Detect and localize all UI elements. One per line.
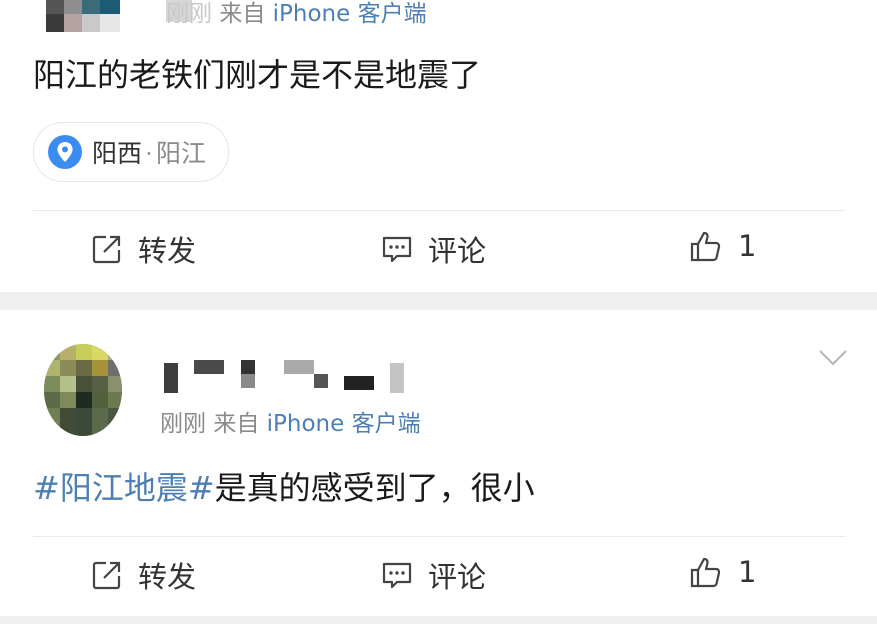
feed-separator xyxy=(0,292,877,310)
location-pin-icon xyxy=(48,135,82,169)
comment-button[interactable]: 评论 xyxy=(380,228,486,270)
like-count: 1 xyxy=(738,555,757,589)
divider xyxy=(33,210,845,211)
avatar[interactable] xyxy=(46,0,120,32)
repost-label: 转发 xyxy=(138,234,197,268)
thumbs-up-icon xyxy=(690,231,721,262)
edit-share-icon xyxy=(92,561,121,590)
comment-bubble-icon xyxy=(382,562,412,589)
location-district: 阳西 xyxy=(92,139,143,168)
repost-button[interactable]: 转发 xyxy=(90,554,196,596)
chevron-down-icon[interactable] xyxy=(818,348,848,368)
location-city: 阳江 xyxy=(155,139,206,168)
avatar[interactable] xyxy=(44,344,122,436)
repost-button[interactable]: 转发 xyxy=(90,228,196,270)
hashtag-link[interactable]: #阳江地震# xyxy=(33,469,215,507)
edit-share-icon xyxy=(92,235,121,264)
feed-separator xyxy=(0,616,877,624)
post-meta: 刚刚 来自 iPhone 客户端 xyxy=(166,0,427,28)
source-prefix: 来自 xyxy=(213,411,260,437)
comment-label: 评论 xyxy=(428,234,487,268)
like-button[interactable]: 1 xyxy=(688,554,756,590)
post-card: 刚刚 来自 iPhone 客户端 阳江的老铁们刚才是不是地震了 阳西 · 阳江 转发… xyxy=(0,0,877,292)
divider xyxy=(33,536,845,537)
like-button[interactable]: 1 xyxy=(688,228,756,264)
thumbs-up-icon xyxy=(690,557,721,588)
post-meta: 刚刚 来自 iPhone 客户端 xyxy=(160,404,421,438)
source-link[interactable]: iPhone 客户端 xyxy=(273,1,427,27)
repost-label: 转发 xyxy=(138,560,197,594)
location-tag[interactable]: 阳西 · 阳江 xyxy=(33,122,229,182)
source-prefix: 来自 xyxy=(219,1,266,27)
location-separator: · xyxy=(145,139,153,168)
location-label: 阳西 · 阳江 xyxy=(92,134,206,170)
post-time: 刚刚 xyxy=(166,1,212,27)
post-text[interactable]: 阳江的老铁们刚才是不是地震了 xyxy=(33,50,481,96)
post-time: 刚刚 xyxy=(160,411,206,437)
comment-label: 评论 xyxy=(428,560,487,594)
source-link[interactable]: iPhone 客户端 xyxy=(267,411,421,437)
like-count: 1 xyxy=(738,229,757,263)
post-text[interactable]: #阳江地震#是真的感受到了，很小 xyxy=(33,463,535,509)
post-body: 是真的感受到了，很小 xyxy=(214,469,535,507)
comment-bubble-icon xyxy=(382,236,412,263)
comment-button[interactable]: 评论 xyxy=(380,554,486,596)
blurred-username[interactable] xyxy=(164,360,424,394)
